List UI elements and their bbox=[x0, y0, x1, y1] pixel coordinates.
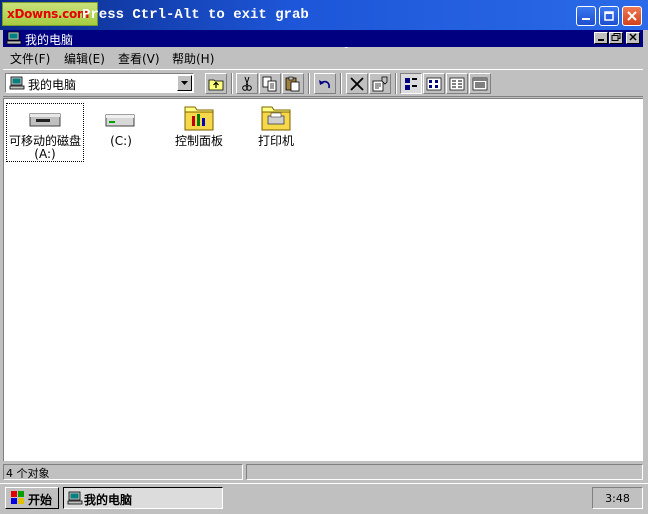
my-computer-icon bbox=[67, 491, 83, 505]
window-minimize-button[interactable] bbox=[594, 32, 608, 44]
close-icon bbox=[629, 33, 637, 41]
item-hard-drive[interactable]: (C:) bbox=[96, 104, 146, 148]
menu-bar: 文件(F) 编辑(E) 查看(V) 帮助(H) bbox=[3, 48, 643, 67]
menu-help[interactable]: 帮助(H) bbox=[172, 50, 214, 67]
address-dropdown-button[interactable] bbox=[177, 75, 192, 91]
up-folder-icon bbox=[208, 79, 224, 91]
cut-button[interactable] bbox=[236, 73, 258, 94]
status-object-count: 4 个对象 bbox=[3, 464, 243, 480]
menu-view[interactable]: 查看(V) bbox=[118, 50, 160, 67]
window-titlebar: 我的电脑 bbox=[3, 30, 643, 47]
up-folder-button[interactable] bbox=[205, 73, 227, 94]
host-minimize-button[interactable] bbox=[576, 6, 596, 26]
status-object-count-text: 4 个对象 bbox=[6, 467, 50, 480]
system-tray: 3:48 bbox=[592, 487, 643, 509]
cut-icon bbox=[242, 76, 252, 91]
item-label: 控制面板 bbox=[174, 134, 223, 148]
my-computer-icon bbox=[9, 76, 25, 90]
toolbar-separator bbox=[231, 73, 233, 94]
host-titlebar: xDowns.com Press Ctrl-Alt to exit grab bbox=[0, 0, 648, 30]
printers-folder-icon bbox=[261, 106, 291, 131]
toolbar-separator bbox=[395, 73, 397, 94]
taskbar: 开始 我的电脑 3:48 bbox=[0, 483, 648, 514]
item-control-panel[interactable]: 控制面板 bbox=[169, 102, 229, 148]
site-logo-text: xDowns.com bbox=[7, 7, 90, 21]
paste-button[interactable] bbox=[282, 73, 304, 94]
item-floppy-drive[interactable]: 可移动的磁盘 (A:) bbox=[6, 103, 84, 162]
list-view-button[interactable] bbox=[446, 73, 468, 94]
toolbar: 我的电脑 bbox=[3, 69, 643, 97]
window-restore-button[interactable] bbox=[609, 32, 623, 44]
details-view-icon bbox=[472, 77, 488, 91]
status-bar: 4 个对象 bbox=[3, 463, 643, 481]
address-value: 我的电脑 bbox=[28, 78, 77, 92]
address-combo[interactable]: 我的电脑 bbox=[5, 73, 194, 93]
maximize-icon bbox=[604, 11, 614, 21]
start-button[interactable]: 开始 bbox=[5, 487, 59, 509]
copy-button[interactable] bbox=[259, 73, 281, 94]
taskbar-item-label: 我的电脑 bbox=[84, 493, 133, 507]
minimize-icon bbox=[598, 39, 604, 41]
chevron-down-icon bbox=[181, 81, 188, 85]
copy-icon bbox=[262, 76, 277, 92]
close-icon bbox=[627, 11, 637, 21]
properties-icon bbox=[372, 76, 388, 92]
details-view-button[interactable] bbox=[469, 73, 491, 94]
toolbar-separator bbox=[308, 73, 310, 94]
window-title: 我的电脑 bbox=[25, 33, 74, 47]
host-maximize-button[interactable] bbox=[599, 6, 619, 26]
file-view-pane[interactable]: 可移动的磁盘 (A:) (C:) 控制面板 打印机 bbox=[3, 98, 643, 461]
menu-edit[interactable]: 编辑(E) bbox=[64, 50, 105, 67]
delete-icon bbox=[350, 77, 364, 91]
minimize-icon bbox=[582, 18, 590, 20]
status-pane-empty bbox=[246, 464, 643, 480]
undo-button[interactable] bbox=[314, 73, 336, 94]
item-sublabel: (A:) bbox=[34, 147, 56, 161]
item-printers[interactable]: 打印机 bbox=[252, 102, 300, 148]
undo-icon bbox=[319, 80, 330, 89]
host-close-button[interactable] bbox=[622, 6, 642, 26]
large-icons-view-icon bbox=[405, 78, 417, 90]
large-icons-view-button[interactable] bbox=[400, 73, 422, 94]
clock[interactable]: 3:48 bbox=[605, 492, 630, 505]
small-icons-view-icon bbox=[426, 77, 442, 91]
hard-drive-icon bbox=[105, 114, 135, 127]
list-view-icon bbox=[449, 77, 465, 91]
small-icons-view-button[interactable] bbox=[423, 73, 445, 94]
paste-icon bbox=[285, 76, 300, 92]
properties-button[interactable] bbox=[369, 73, 391, 94]
item-label: (C:) bbox=[110, 134, 132, 148]
menu-file[interactable]: 文件(F) bbox=[10, 50, 50, 67]
control-panel-folder-icon bbox=[184, 106, 214, 131]
toolbar-separator bbox=[340, 73, 342, 94]
start-label: 开始 bbox=[28, 493, 53, 507]
item-label: 打印机 bbox=[257, 134, 294, 148]
window-close-button[interactable] bbox=[626, 32, 640, 44]
windows-logo-icon bbox=[11, 491, 24, 504]
host-window-title: Press Ctrl-Alt to exit grab bbox=[82, 7, 309, 23]
floppy-drive-icon bbox=[29, 113, 61, 127]
delete-button[interactable] bbox=[346, 73, 368, 94]
my-computer-icon bbox=[6, 31, 22, 45]
restore-icon bbox=[611, 33, 621, 41]
taskbar-item-my-computer[interactable]: 我的电脑 bbox=[63, 487, 223, 509]
